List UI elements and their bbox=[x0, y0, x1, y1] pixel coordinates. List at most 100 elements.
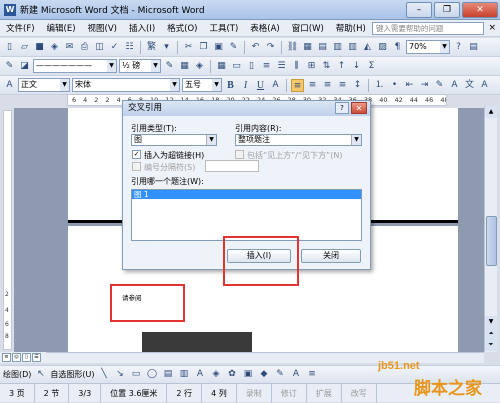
insert-table-icon[interactable]: ▤ bbox=[316, 41, 329, 54]
shading-icon[interactable]: ◈ bbox=[193, 60, 206, 73]
distribute-columns-icon[interactable]: ⫼ bbox=[290, 60, 303, 73]
open-icon[interactable]: ▱ bbox=[18, 41, 31, 54]
border-color-icon[interactable]: ✎ bbox=[163, 60, 176, 73]
scroll-up-icon[interactable]: ▲ bbox=[485, 106, 497, 118]
align-center-icon[interactable]: ≡ bbox=[306, 79, 319, 92]
paste-icon[interactable]: ▣ bbox=[212, 41, 225, 54]
split-cells-icon[interactable]: ▯ bbox=[245, 60, 258, 73]
restore-button[interactable]: ❐ bbox=[434, 1, 460, 18]
next-page-icon[interactable]: ⏷ bbox=[485, 339, 497, 351]
redo-icon[interactable]: ↷ bbox=[264, 41, 277, 54]
caption-list[interactable]: 图 1 bbox=[131, 189, 362, 241]
underline-button[interactable]: U bbox=[254, 79, 267, 92]
ref-content-select[interactable]: 整项题注 ▼ bbox=[235, 134, 362, 146]
hyperlink-icon[interactable]: ⛓ bbox=[286, 41, 299, 54]
copy-icon[interactable]: ❐ bbox=[197, 41, 210, 54]
distribute-rows-icon[interactable]: ☰ bbox=[275, 60, 288, 73]
drawing-icon[interactable]: ◭ bbox=[361, 41, 374, 54]
align-icon[interactable]: ≡ bbox=[260, 60, 273, 73]
menu-tools[interactable]: 工具(T) bbox=[203, 22, 244, 34]
print-preview-icon[interactable]: ◫ bbox=[93, 41, 106, 54]
dialog-close-icon[interactable]: ✕ bbox=[351, 102, 367, 114]
border-icon[interactable]: ▦ bbox=[178, 60, 191, 73]
ref-type-select[interactable]: 图 ▼ bbox=[131, 134, 217, 146]
distributed-icon[interactable]: ≡ bbox=[336, 79, 349, 92]
line-style-icon[interactable]: ≡ bbox=[306, 368, 319, 381]
fill-color-icon[interactable]: ◆ bbox=[258, 368, 271, 381]
outline-view-icon[interactable]: ☰ bbox=[32, 353, 41, 362]
italic-button[interactable]: I bbox=[239, 79, 252, 92]
sort-asc-icon[interactable]: ↑ bbox=[335, 60, 348, 73]
insert-excel-icon[interactable]: ▥ bbox=[331, 41, 344, 54]
status-rec[interactable]: 录制 bbox=[237, 383, 272, 403]
cut-icon[interactable]: ✂ bbox=[182, 41, 195, 54]
line-weight-select[interactable]: ½ 磅 ▼ bbox=[119, 59, 161, 73]
web-view-icon[interactable]: ◎ bbox=[12, 353, 21, 362]
font-color-icon[interactable]: A bbox=[448, 79, 461, 92]
undo-icon[interactable]: ↶ bbox=[249, 41, 262, 54]
insert-table-icon[interactable]: ▦ bbox=[215, 60, 228, 73]
line-icon[interactable]: ╲ bbox=[98, 368, 111, 381]
new-icon[interactable]: ▯ bbox=[3, 41, 16, 54]
research-icon[interactable]: ☷ bbox=[123, 41, 136, 54]
align-justify-icon[interactable]: ≡ bbox=[291, 78, 304, 92]
autosum-icon[interactable]: Σ bbox=[365, 60, 378, 73]
help-icon[interactable]: ? bbox=[452, 41, 465, 54]
normal-view-icon[interactable]: ≡ bbox=[2, 353, 11, 362]
vertical-scrollbar[interactable]: ▲ ▼ ⏶ ⏷ bbox=[484, 106, 497, 352]
chinese-conversion-icon[interactable]: ▾ bbox=[160, 41, 173, 54]
show-hide-icon[interactable]: ¶ bbox=[391, 41, 404, 54]
char-shading-icon[interactable]: A bbox=[478, 79, 491, 92]
help-search-input[interactable]: 键入需要帮助的问题 bbox=[371, 21, 485, 35]
bullets-icon[interactable]: • bbox=[388, 79, 401, 92]
line-color-icon[interactable]: ✎ bbox=[274, 368, 287, 381]
merge-cells-icon[interactable]: ▭ bbox=[230, 60, 243, 73]
close-document-icon[interactable]: × bbox=[488, 23, 496, 33]
draw-menu[interactable]: 绘图(D) bbox=[3, 369, 31, 380]
document-map-icon[interactable]: ▨ bbox=[376, 41, 389, 54]
close-button[interactable]: 关闭 bbox=[301, 249, 361, 263]
text-direction-icon[interactable]: ⇅ bbox=[320, 60, 333, 73]
traditional-chinese-icon[interactable]: 繁 bbox=[145, 41, 158, 54]
print-view-icon[interactable]: ▯ bbox=[22, 353, 31, 362]
arrow-icon[interactable]: ↘ bbox=[114, 368, 127, 381]
phonetic-icon[interactable]: 文 bbox=[463, 79, 476, 92]
status-ext[interactable]: 扩展 bbox=[307, 383, 342, 403]
close-window-button[interactable]: ✕ bbox=[462, 1, 498, 18]
highlight-icon[interactable]: ✎ bbox=[433, 79, 446, 92]
minimize-button[interactable]: – bbox=[406, 1, 432, 18]
vertical-textbox-icon[interactable]: ▥ bbox=[178, 368, 191, 381]
menu-help[interactable]: 帮助(H) bbox=[330, 22, 372, 34]
draw-table-icon[interactable]: ✎ bbox=[3, 60, 16, 73]
email-icon[interactable]: ✉ bbox=[63, 41, 76, 54]
font-color-icon[interactable]: A bbox=[290, 368, 303, 381]
font-select[interactable]: 宋体 ▼ bbox=[72, 78, 180, 92]
clipart-icon[interactable]: ✿ bbox=[226, 368, 239, 381]
columns-icon[interactable]: ▥ bbox=[346, 41, 359, 54]
scroll-down-icon[interactable]: ▼ bbox=[485, 316, 497, 328]
status-ovr[interactable]: 改写 bbox=[342, 383, 377, 403]
insert-hyperlink-checkbox[interactable]: ✓ bbox=[132, 150, 141, 159]
menu-table[interactable]: 表格(A) bbox=[244, 22, 285, 34]
zoom-select[interactable]: 70% ▼ bbox=[406, 40, 450, 54]
list-item[interactable]: 图 1 bbox=[132, 190, 361, 199]
format-painter-icon[interactable]: ✎ bbox=[227, 41, 240, 54]
increase-indent-icon[interactable]: ⇥ bbox=[418, 79, 431, 92]
decrease-indent-icon[interactable]: ⇤ bbox=[403, 79, 416, 92]
sort-desc-icon[interactable]: ↓ bbox=[350, 60, 363, 73]
menu-window[interactable]: 窗口(W) bbox=[286, 22, 330, 34]
eraser-icon[interactable]: ◪ bbox=[18, 60, 31, 73]
menu-insert[interactable]: 插入(I) bbox=[123, 22, 161, 34]
spelling-icon[interactable]: ✓ bbox=[108, 41, 121, 54]
rectangle-icon[interactable]: ▭ bbox=[130, 368, 143, 381]
tables-borders-icon[interactable]: ▦ bbox=[301, 41, 314, 54]
autofit-icon[interactable]: ⊞ bbox=[305, 60, 318, 73]
menu-edit[interactable]: 编辑(E) bbox=[41, 22, 82, 34]
style-select[interactable]: 正文 ▼ bbox=[18, 78, 70, 92]
diagram-icon[interactable]: ◈ bbox=[210, 368, 223, 381]
oval-icon[interactable]: ◯ bbox=[146, 368, 159, 381]
numbering-icon[interactable]: ⒈ bbox=[373, 79, 386, 92]
save-icon[interactable]: ■ bbox=[33, 41, 46, 54]
line-style-select[interactable]: ——————— ▼ bbox=[33, 59, 117, 73]
line-spacing-icon[interactable]: ↕ bbox=[351, 79, 364, 92]
